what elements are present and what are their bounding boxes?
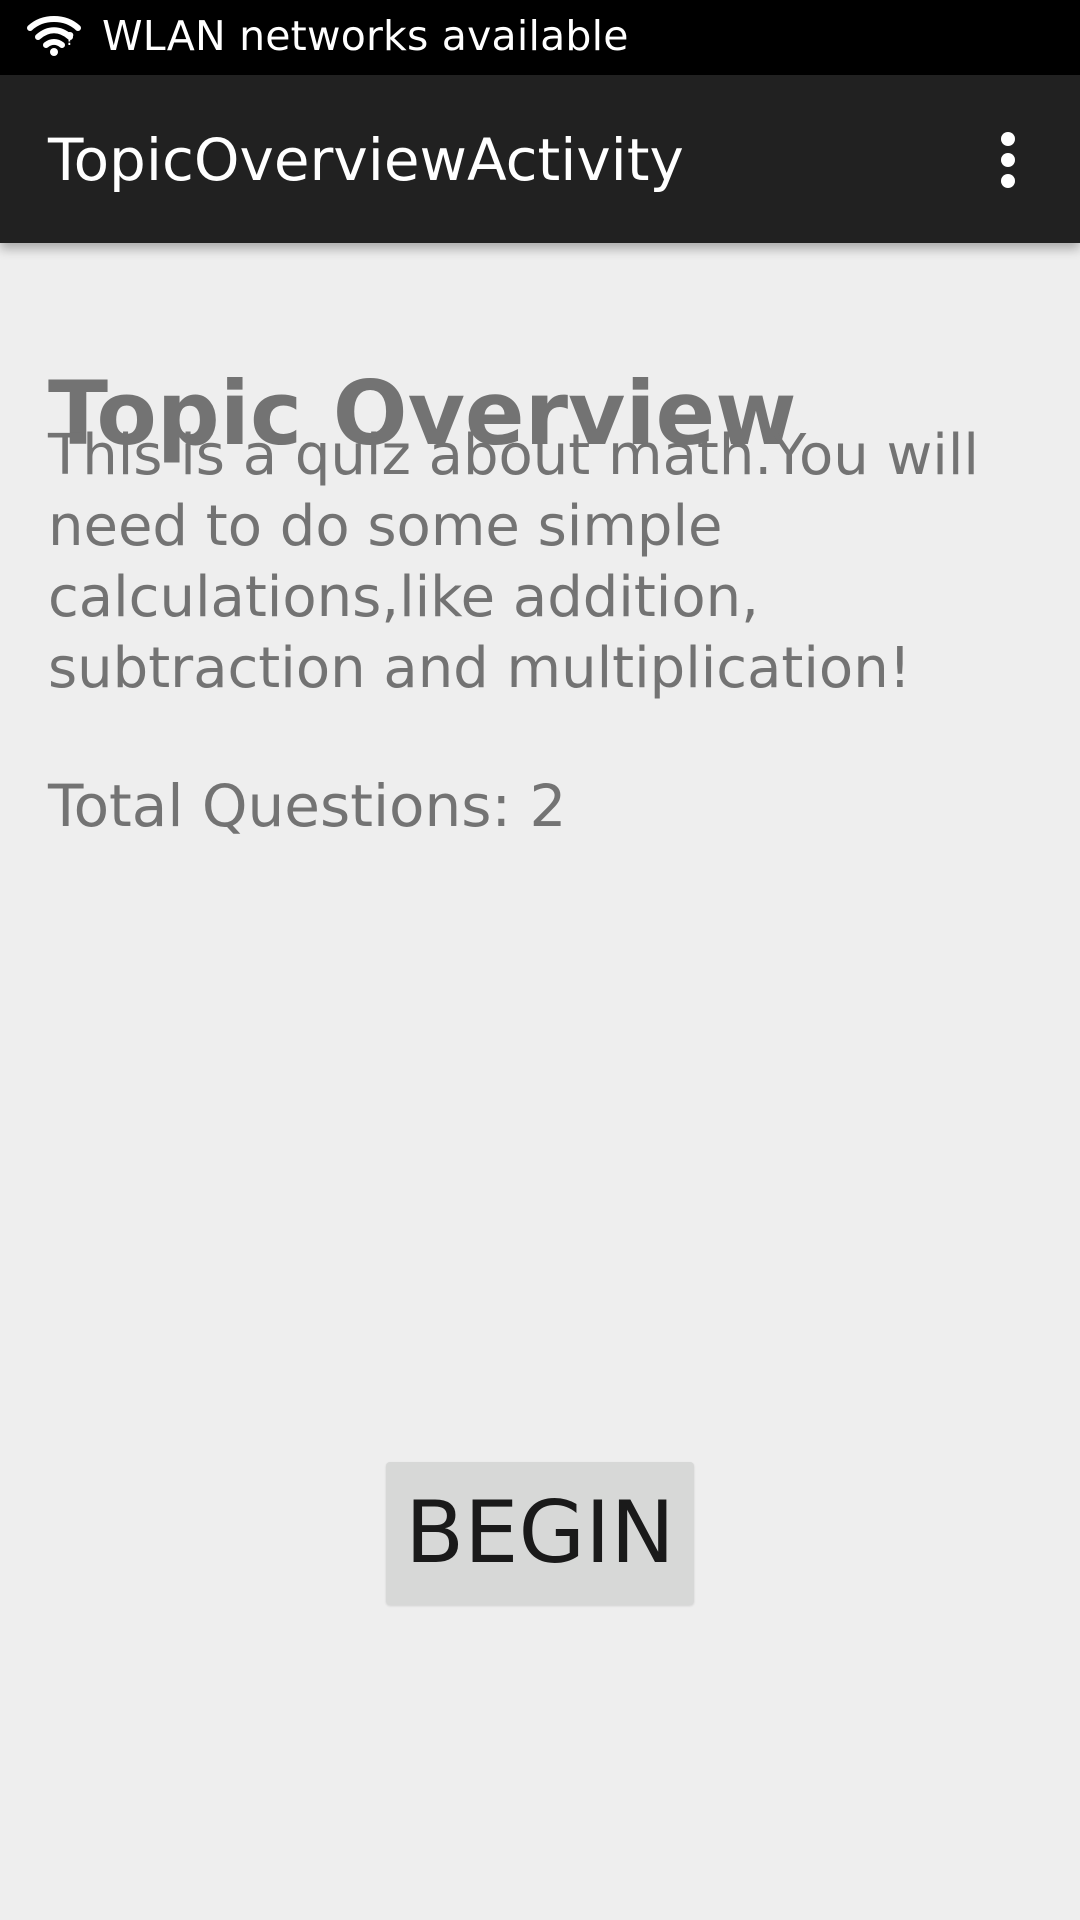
app-bar: TopicOverviewActivity — [0, 75, 1080, 243]
status-bar: ? WLAN networks available — [0, 0, 1080, 75]
wifi-notification-icon: ? — [27, 16, 81, 56]
total-questions: Total Questions: 2 — [48, 772, 567, 840]
app-title: TopicOverviewActivity — [48, 126, 684, 194]
status-bar-text: WLAN networks available — [102, 12, 629, 60]
description-line: subtraction and multiplication! — [48, 636, 912, 701]
svg-text:?: ? — [65, 29, 75, 50]
topic-description: This is a quiz about math.You will need … — [48, 420, 1008, 704]
begin-button[interactable]: BEGIN — [386, 1462, 694, 1605]
description-line: need to do some simple — [48, 494, 723, 559]
overflow-menu-icon[interactable] — [975, 125, 1041, 195]
description-line: calculations,like addition, — [48, 565, 759, 630]
description-line: This is a quiz about math.You will — [48, 423, 979, 488]
